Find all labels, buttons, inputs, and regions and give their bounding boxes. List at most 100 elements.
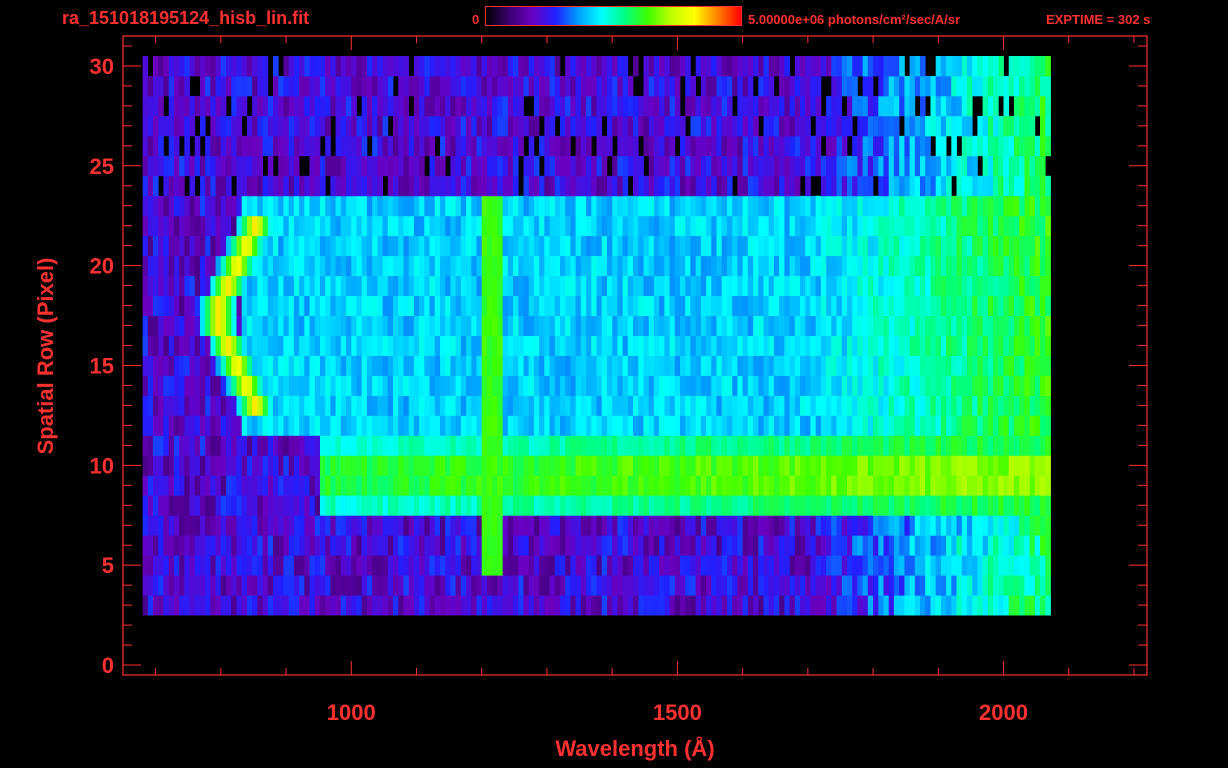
heatmap-cell xyxy=(622,475,629,496)
heatmap-cell xyxy=(153,555,159,576)
heatmap-cell xyxy=(700,175,707,197)
heatmap-cell xyxy=(831,135,837,157)
heatmap-cell xyxy=(836,315,843,336)
heatmap-cell xyxy=(518,235,524,257)
heatmap-cell xyxy=(450,355,456,376)
heatmap-cell xyxy=(299,315,305,336)
heatmap-cell xyxy=(721,255,728,277)
heatmap-cell xyxy=(325,555,331,576)
heatmap-cell xyxy=(168,275,175,296)
heatmap-cell xyxy=(424,275,430,296)
heatmap-cell xyxy=(184,435,190,456)
heatmap-cell xyxy=(977,455,983,476)
heatmap-cell xyxy=(591,555,597,576)
heatmap-cell xyxy=(972,335,978,356)
heatmap-cell xyxy=(153,215,159,237)
heatmap-cell xyxy=(721,275,728,296)
heatmap-cell xyxy=(413,155,420,177)
heatmap-cell xyxy=(826,495,832,516)
heatmap-cell xyxy=(732,495,738,516)
heatmap-cell xyxy=(638,175,644,197)
heatmap-cell xyxy=(805,475,811,496)
heatmap-cell xyxy=(1040,575,1046,596)
heatmap-cell xyxy=(288,315,295,336)
heatmap-cell xyxy=(737,155,743,177)
heatmap-cell xyxy=(549,75,556,97)
heatmap-cell xyxy=(246,415,253,436)
heatmap-cell xyxy=(539,75,545,97)
heatmap-cell xyxy=(596,435,603,456)
heatmap-cell xyxy=(252,235,258,257)
heatmap-cell xyxy=(836,415,843,436)
heatmap-cell xyxy=(314,375,321,396)
heatmap-cell xyxy=(940,535,947,556)
heatmap-cell xyxy=(888,175,895,197)
heatmap-cell xyxy=(580,255,587,277)
heatmap-cell xyxy=(612,455,618,476)
heatmap-cell xyxy=(591,335,597,356)
heatmap-cell xyxy=(914,315,921,336)
heatmap-cell xyxy=(554,175,561,197)
heatmap-cell xyxy=(158,535,164,556)
heatmap-cell xyxy=(544,115,550,137)
heatmap-cell xyxy=(518,275,524,296)
heatmap-cell xyxy=(163,275,169,296)
heatmap-cell xyxy=(450,375,456,396)
heatmap-cell xyxy=(904,535,910,556)
heatmap-cell xyxy=(1045,475,1051,496)
heatmap-cell xyxy=(173,255,180,277)
heatmap-cell xyxy=(946,95,952,117)
heatmap-cell xyxy=(158,375,164,396)
heatmap-cell xyxy=(627,95,634,117)
heatmap-cell xyxy=(852,475,858,496)
heatmap-cell xyxy=(314,415,321,436)
heatmap-cell xyxy=(408,595,415,616)
heatmap-cell xyxy=(987,195,994,217)
heatmap-cell xyxy=(622,335,629,356)
heatmap-cell xyxy=(711,575,717,596)
heatmap-cell xyxy=(800,115,806,137)
heatmap-cell xyxy=(987,575,994,596)
heatmap-cell xyxy=(700,415,707,436)
heatmap-cell xyxy=(189,475,196,496)
heatmap-cell xyxy=(539,315,545,336)
heatmap-cell xyxy=(580,315,587,336)
heatmap-cell xyxy=(565,435,571,456)
heatmap-cell xyxy=(565,195,571,217)
heatmap-cell xyxy=(570,515,576,536)
heatmap-cell xyxy=(601,295,608,316)
heatmap-cell xyxy=(445,335,451,356)
heatmap-cell xyxy=(257,375,263,396)
heatmap-cell xyxy=(309,595,316,616)
heatmap-cell xyxy=(904,375,910,396)
heatmap-cell xyxy=(194,435,201,456)
heatmap-cell xyxy=(685,395,691,416)
heatmap-cell xyxy=(424,535,430,556)
heatmap-cell xyxy=(841,195,848,217)
heatmap-cell xyxy=(1013,475,1020,496)
heatmap-cell xyxy=(653,415,660,436)
heatmap-cell xyxy=(565,335,571,356)
heatmap-cell xyxy=(836,495,843,516)
heatmap-cell xyxy=(163,255,169,277)
heatmap-cell xyxy=(685,215,691,237)
heatmap-cell xyxy=(664,335,670,356)
heatmap-cell xyxy=(893,135,900,157)
heatmap-cell xyxy=(685,175,691,197)
heatmap-cell xyxy=(1024,415,1030,436)
heatmap-cell xyxy=(168,235,175,257)
heatmap-cell xyxy=(627,435,634,456)
heatmap-cell xyxy=(455,495,462,516)
heatmap-cell xyxy=(502,535,509,556)
heatmap-cell xyxy=(304,535,310,556)
heatmap-cell xyxy=(596,455,603,476)
heatmap-cell xyxy=(987,415,994,436)
heatmap-cell xyxy=(888,95,895,117)
heatmap-cell xyxy=(205,475,211,496)
heatmap-cell xyxy=(873,555,879,576)
heatmap-cell xyxy=(622,355,629,376)
heatmap-cell xyxy=(330,235,336,257)
heatmap-cell xyxy=(773,575,780,596)
heatmap-cell xyxy=(1008,435,1015,456)
heatmap-cell xyxy=(200,56,206,77)
